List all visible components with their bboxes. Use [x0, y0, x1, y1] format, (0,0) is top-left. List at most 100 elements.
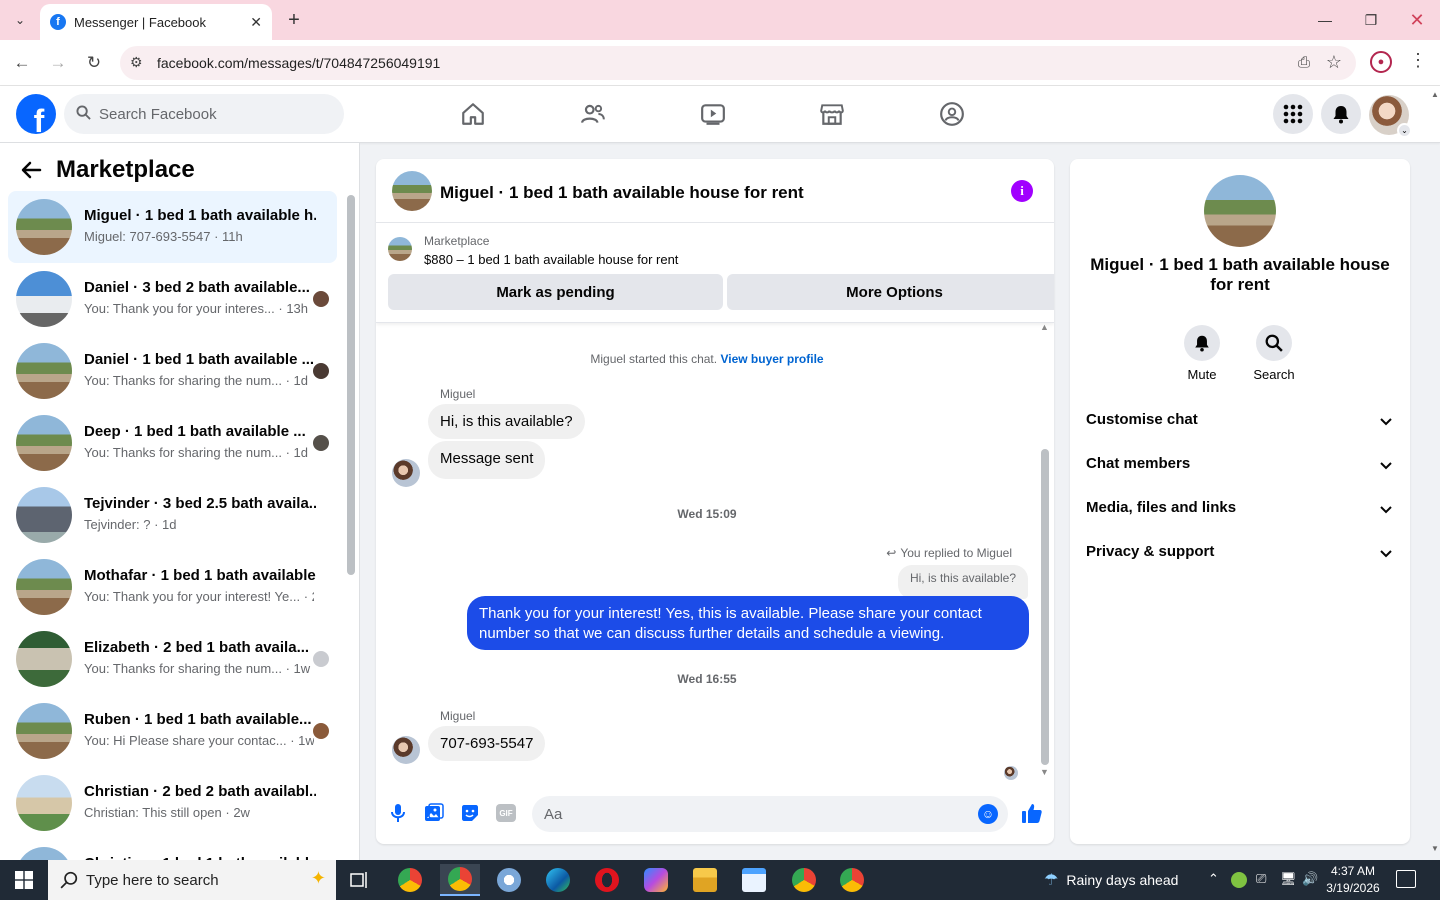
incoming-message[interactable]: 707-693-5547	[428, 726, 546, 761]
chrome-profile-app-icon[interactable]	[784, 864, 824, 896]
forward-arrow-icon[interactable]: →	[46, 51, 70, 75]
opera-app-icon[interactable]	[587, 864, 627, 896]
account-avatar[interactable]: ⌄	[1369, 95, 1412, 138]
back-arrow-icon[interactable]	[20, 159, 42, 187]
video-icon[interactable]	[699, 100, 727, 128]
conversation-name: Elizabeth · 2 bed 1 bath availa...	[84, 639, 310, 656]
url-text[interactable]: facebook.com/messages/t/704847256049191	[157, 55, 440, 71]
chat-listing-thumbnail[interactable]	[392, 171, 432, 211]
conversation-item[interactable]: Christian · 2 bed 2 bath availabl... Chri…	[8, 767, 337, 839]
notifications-bell-icon[interactable]	[1321, 94, 1361, 134]
conversation-item[interactable]: Tejvinder · 3 bed 2.5 bath availa... Tejv…	[8, 479, 337, 551]
friends-icon[interactable]	[579, 100, 607, 128]
conversation-item[interactable]: Elizabeth · 2 bed 1 bath availa... You: T…	[8, 623, 337, 695]
window-close-icon[interactable]: ✕	[1394, 0, 1440, 40]
browser-menu-icon[interactable]: ⋮	[1408, 50, 1428, 71]
notepad-app-icon[interactable]	[734, 864, 774, 896]
meet-now-icon[interactable]: ⎚	[1256, 871, 1266, 887]
edge-app-icon[interactable]	[538, 864, 578, 896]
new-tab-plus-icon[interactable]: +	[282, 8, 306, 32]
list-scrollbar[interactable]	[347, 195, 355, 575]
photo-icon[interactable]	[422, 801, 446, 825]
network-icon[interactable]: 🖥	[1280, 871, 1297, 887]
conversation-item[interactable]: Christian · 1 bed 1 bath availabl...	[8, 839, 337, 860]
search-button[interactable]: Search	[1244, 325, 1304, 382]
quoted-message[interactable]: Hi, is this available?	[897, 565, 1028, 599]
view-buyer-profile-link[interactable]: View buyer profile	[720, 352, 823, 366]
groups-icon[interactable]	[938, 100, 966, 128]
chrome-profile2-app-icon[interactable]	[832, 864, 872, 896]
gif-icon[interactable]: GIF	[494, 801, 518, 825]
restore-icon[interactable]: ❐	[1348, 0, 1394, 40]
listing-thumbnail[interactable]	[388, 237, 412, 261]
conversation-item[interactable]: Mothafar · 1 bed 1 bath available... You:…	[8, 551, 337, 623]
facebook-logo-icon[interactable]: f	[16, 94, 56, 134]
listing-avatar[interactable]	[1204, 175, 1276, 247]
conversation-item[interactable]: Miguel · 1 bed 1 bath available h... Migu…	[8, 191, 337, 263]
home-icon[interactable]	[459, 100, 487, 128]
sticker-icon[interactable]	[458, 801, 482, 825]
miguel-avatar[interactable]	[392, 459, 420, 487]
conversation-item[interactable]: Deep · 1 bed 1 bath available ... You: Th…	[8, 407, 337, 479]
microphone-icon[interactable]	[386, 801, 410, 825]
more-options-button[interactable]: More Options	[727, 274, 1054, 310]
details-section-row[interactable]: Customise chat	[1086, 411, 1394, 435]
notification-center-icon[interactable]	[1396, 870, 1416, 888]
back-arrow-icon[interactable]: ←	[10, 51, 34, 75]
thumbs-up-icon[interactable]	[1020, 801, 1044, 825]
details-section-row[interactable]: Media, files and links	[1086, 499, 1394, 523]
account-chevron-icon[interactable]: ⌄	[1397, 123, 1412, 138]
site-settings-icon[interactable]: ⚙	[130, 54, 143, 71]
conversation-item[interactable]: Daniel · 3 bed 2 bath available... You: T…	[8, 263, 337, 335]
paint-app-icon[interactable]	[489, 864, 529, 896]
outgoing-message[interactable]: Thank you for your interest! Yes, this i…	[467, 596, 1029, 650]
listing-price-title[interactable]: $880 – 1 bed 1 bath available house for …	[424, 252, 678, 267]
browser-profile-icon[interactable]: ●	[1370, 51, 1392, 73]
copilot-app-icon[interactable]	[636, 864, 676, 896]
menu-grid-icon[interactable]	[1273, 94, 1313, 134]
file-explorer-icon[interactable]	[685, 864, 725, 896]
tray-app-icon[interactable]	[1231, 872, 1247, 888]
minimize-icon[interactable]: —	[1302, 0, 1348, 40]
conversation-item[interactable]: Ruben · 1 bed 1 bath available... You: Hi…	[8, 695, 337, 767]
install-app-icon[interactable]: ⎙	[1298, 54, 1310, 71]
chrome-app-icon-active[interactable]	[440, 864, 480, 896]
system-clock[interactable]: 4:37 AM 3/19/2026	[1320, 863, 1386, 897]
details-section-row[interactable]: Privacy & support	[1086, 543, 1394, 567]
page-scrollbar[interactable]: ▲ ▼	[1430, 90, 1440, 860]
miguel-avatar[interactable]	[392, 736, 420, 764]
chat-scrollbar[interactable]	[1041, 449, 1049, 765]
chat-title[interactable]: Miguel · 1 bed 1 bath available house fo…	[440, 183, 804, 203]
weather-widget[interactable]: ☂ Rainy days ahead	[1044, 870, 1178, 890]
incoming-message[interactable]: Message sent	[428, 441, 546, 479]
page-scroll-up-icon[interactable]: ▲	[1431, 90, 1439, 99]
mute-button[interactable]: Mute	[1172, 325, 1232, 382]
taskbar-search-box[interactable]: Type here to search ✦	[48, 860, 336, 900]
emoji-icon[interactable]: ☺	[978, 804, 998, 824]
info-icon[interactable]: i	[1011, 180, 1033, 202]
conversation-item[interactable]: Daniel · 1 bed 1 bath available ... You: …	[8, 335, 337, 407]
marketplace-chat-list: Marketplace Miguel · 1 bed 1 bath availa…	[0, 143, 360, 860]
tab-close-icon[interactable]: ✕	[250, 14, 262, 31]
windows-start-icon[interactable]	[0, 860, 48, 900]
task-view-icon[interactable]	[340, 864, 380, 896]
volume-icon[interactable]: 🔊	[1302, 871, 1318, 887]
facebook-search-box[interactable]: Search Facebook	[64, 94, 344, 134]
marketplace-icon[interactable]	[818, 100, 846, 128]
chrome-app-icon[interactable]	[390, 864, 430, 896]
mark-as-pending-button[interactable]: Mark as pending	[388, 274, 723, 310]
message-input[interactable]: Aa ☺	[532, 796, 1008, 832]
browser-tab-messenger[interactable]: f Messenger | Facebook ✕	[40, 4, 272, 40]
tray-chevron-up-icon[interactable]: ⌃	[1208, 871, 1219, 887]
chevron-down-icon	[1378, 457, 1394, 473]
address-bar[interactable]: ⚙ facebook.com/messages/t/70484725604919…	[120, 46, 1356, 80]
tab-search-chevron-icon[interactable]: ⌄	[8, 8, 32, 32]
scroll-up-arrow-icon[interactable]: ▲	[1040, 322, 1049, 332]
scroll-down-arrow-icon[interactable]: ▼	[1040, 767, 1049, 777]
bookmark-star-icon[interactable]: ☆	[1326, 52, 1342, 73]
reload-icon[interactable]: ↻	[82, 51, 106, 75]
marketplace-title: Marketplace	[56, 156, 195, 183]
page-scroll-down-icon[interactable]: ▼	[1431, 844, 1439, 853]
incoming-message[interactable]: Hi, is this available?	[428, 404, 585, 439]
details-section-row[interactable]: Chat members	[1086, 455, 1394, 479]
